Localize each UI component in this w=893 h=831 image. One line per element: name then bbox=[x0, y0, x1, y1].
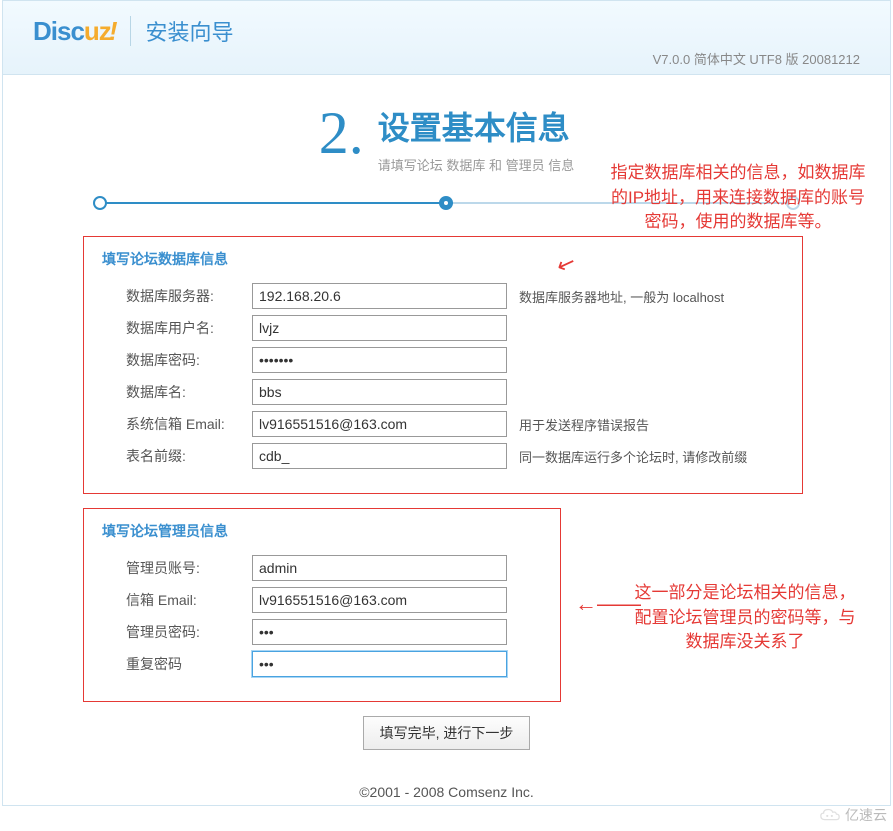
input-admin-repeat[interactable] bbox=[252, 651, 507, 677]
arrow-icon-2: ←—— bbox=[575, 591, 641, 617]
header: Discuz! 安装向导 V7.0.0 简体中文 UTF8 版 20081212 bbox=[3, 1, 890, 75]
input-db-server[interactable] bbox=[252, 283, 507, 309]
footer-text: ©2001 - 2008 Comsenz Inc. bbox=[3, 784, 890, 800]
label-db-prefix: 表名前缀: bbox=[102, 446, 252, 466]
row-db-email: 系统信箱 Email: 用于发送程序错误报告 bbox=[102, 411, 784, 437]
logo-row: Discuz! 安装向导 bbox=[33, 15, 860, 47]
row-admin-pass: 管理员密码: bbox=[102, 619, 542, 645]
logo-text-2: uz bbox=[84, 16, 111, 46]
stage-number: 2. bbox=[319, 103, 364, 163]
db-info-block: 填写论坛数据库信息 数据库服务器: 数据库服务器地址, 一般为 localhos… bbox=[83, 236, 803, 494]
watermark-text: 亿速云 bbox=[845, 805, 887, 825]
row-db-prefix: 表名前缀: 同一数据库运行多个论坛时, 请修改前缀 bbox=[102, 443, 784, 469]
input-db-prefix[interactable] bbox=[252, 443, 507, 469]
hint-db-prefix: 同一数据库运行多个论坛时, 请修改前缀 bbox=[519, 447, 747, 466]
input-db-user[interactable] bbox=[252, 315, 507, 341]
stage-title: 设置基本信息 bbox=[378, 103, 574, 149]
input-admin-email[interactable] bbox=[252, 587, 507, 613]
row-admin-repeat: 重复密码 bbox=[102, 651, 542, 677]
label-db-name: 数据库名: bbox=[102, 382, 252, 402]
input-admin-pass[interactable] bbox=[252, 619, 507, 645]
submit-row: 填写完毕, 进行下一步 bbox=[3, 716, 890, 750]
version-text: V7.0.0 简体中文 UTF8 版 20081212 bbox=[653, 49, 860, 68]
label-db-pass: 数据库密码: bbox=[102, 350, 252, 370]
label-admin-account: 管理员账号: bbox=[102, 558, 252, 578]
admin-info-block: 填写论坛管理员信息 管理员账号: 信箱 Email: 管理员密码: 重复密码 bbox=[83, 508, 561, 702]
hint-db-server: 数据库服务器地址, 一般为 localhost bbox=[519, 287, 724, 306]
row-admin-account: 管理员账号: bbox=[102, 555, 542, 581]
label-db-email: 系统信箱 Email: bbox=[102, 414, 252, 434]
label-admin-email: 信箱 Email: bbox=[102, 590, 252, 610]
watermark: 亿速云 bbox=[819, 805, 887, 825]
page-frame: Discuz! 安装向导 V7.0.0 简体中文 UTF8 版 20081212… bbox=[2, 0, 891, 806]
row-db-user: 数据库用户名: bbox=[102, 315, 784, 341]
label-admin-repeat: 重复密码 bbox=[102, 654, 252, 674]
annotation-admin: 这一部分是论坛相关的信息，配置论坛管理员的密码等，与数据库没关系了 bbox=[630, 581, 860, 655]
progress-fill bbox=[99, 202, 453, 204]
label-db-server: 数据库服务器: bbox=[102, 286, 252, 306]
hint-db-email: 用于发送程序错误报告 bbox=[519, 415, 649, 434]
logo-text-1: Disc bbox=[33, 16, 84, 46]
row-admin-email: 信箱 Email: bbox=[102, 587, 542, 613]
annotation-db: 指定数据库相关的信息，如数据库的IP地址，用来连接数据库的账号密码，使用的数据库… bbox=[606, 161, 870, 235]
input-db-pass[interactable] bbox=[252, 347, 507, 373]
submit-button[interactable]: 填写完毕, 进行下一步 bbox=[363, 716, 531, 750]
cloud-icon bbox=[819, 806, 841, 824]
wizard-label: 安装向导 bbox=[145, 15, 233, 47]
step-dot-1 bbox=[93, 196, 107, 210]
logo-text-3: ! bbox=[109, 16, 117, 46]
label-admin-pass: 管理员密码: bbox=[102, 622, 252, 642]
admin-block-title: 填写论坛管理员信息 bbox=[102, 521, 542, 541]
input-db-name[interactable] bbox=[252, 379, 507, 405]
label-db-user: 数据库用户名: bbox=[102, 318, 252, 338]
row-db-name: 数据库名: bbox=[102, 379, 784, 405]
stage-subtitle: 请填写论坛 数据库 和 管理员 信息 bbox=[378, 155, 574, 174]
logo: Discuz! bbox=[33, 16, 116, 47]
logo-separator bbox=[130, 16, 131, 46]
db-block-title: 填写论坛数据库信息 bbox=[102, 249, 784, 269]
step-dot-2-current bbox=[439, 196, 453, 210]
row-db-server: 数据库服务器: 数据库服务器地址, 一般为 localhost bbox=[102, 283, 784, 309]
input-db-email[interactable] bbox=[252, 411, 507, 437]
input-admin-account[interactable] bbox=[252, 555, 507, 581]
row-db-pass: 数据库密码: bbox=[102, 347, 784, 373]
